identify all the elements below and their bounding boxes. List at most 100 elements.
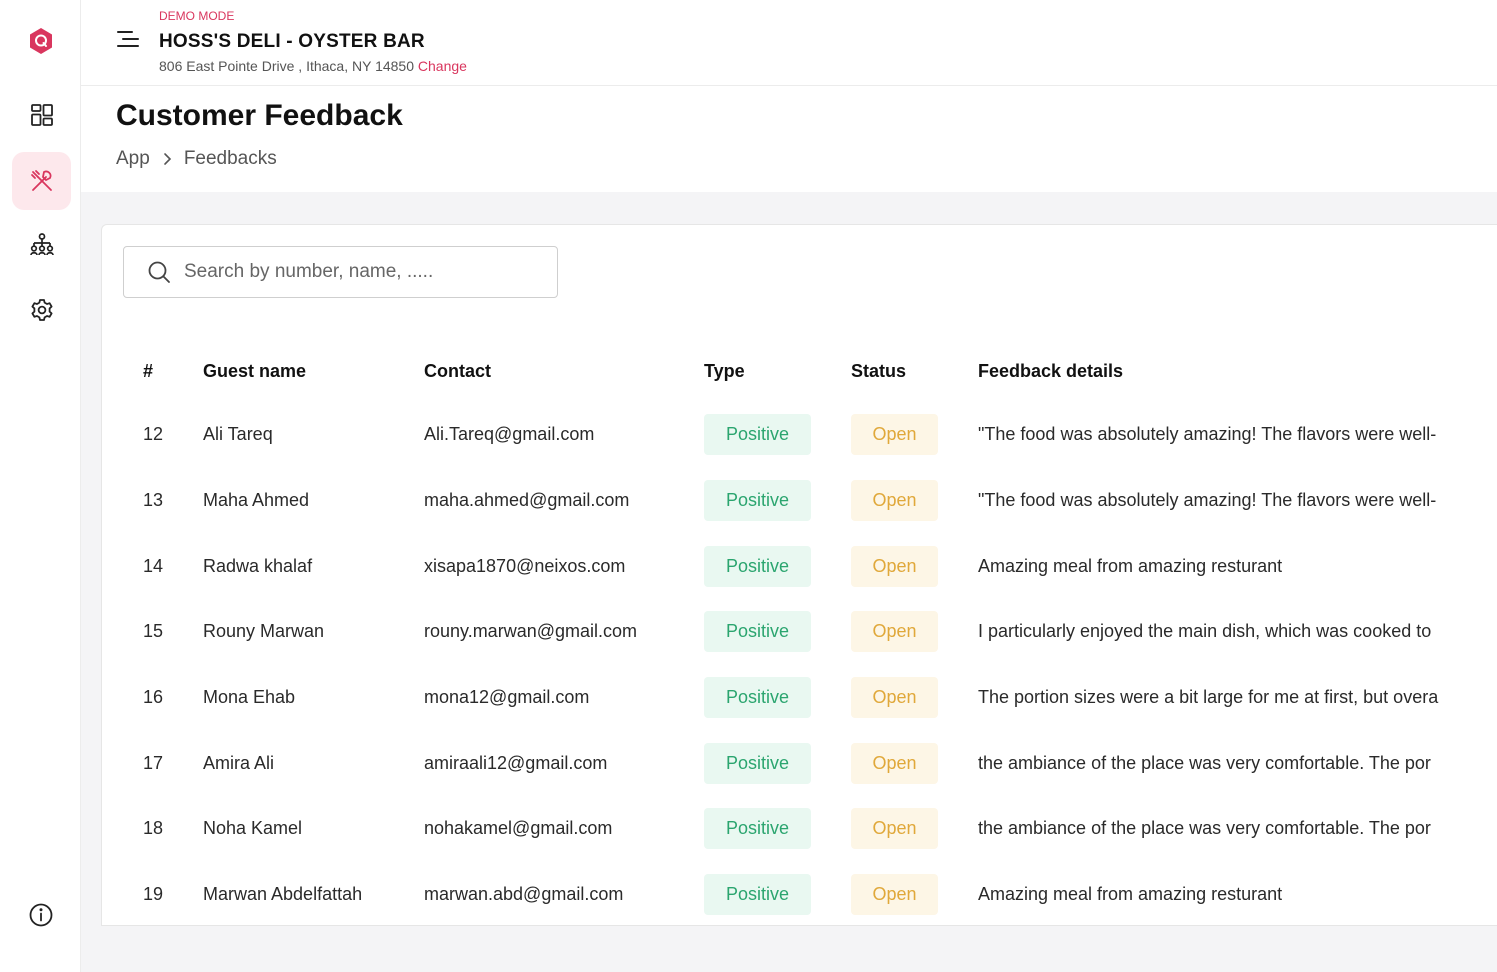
column-header-status[interactable]: Status	[851, 340, 978, 402]
table-row[interactable]: 14 Radwa khalaf xisapa1870@neixos.com Posit…	[123, 533, 1497, 599]
type-badge: Positive	[704, 414, 811, 456]
guest-name: Radwa khalaf	[203, 555, 313, 576]
search-box[interactable]	[123, 246, 558, 298]
hierarchy-icon	[29, 233, 54, 256]
feedback-details: the ambiance of the place was very comfo…	[978, 752, 1431, 773]
row-number: 12	[143, 424, 164, 445]
row-number: 19	[143, 884, 164, 905]
type-badge: Positive	[704, 742, 811, 784]
type-badge: Positive	[704, 480, 811, 522]
breadcrumb-app[interactable]: App	[116, 148, 150, 170]
change-location-link[interactable]: Change	[418, 58, 467, 74]
table-header-row: # Guest name Contact Type Status Feedbac…	[123, 340, 1497, 402]
sidebar-item-restaurant[interactable]	[12, 152, 71, 210]
type-badge: Positive	[704, 545, 811, 587]
type-cell: Positive	[704, 599, 851, 665]
feedback-details: "The food was absolutely amazing! The fl…	[978, 424, 1437, 445]
page-header: Customer Feedback App Feedbacks	[81, 87, 1497, 192]
guest-contact: amiraali12@gmail.com	[424, 752, 608, 773]
type-badge: Positive	[704, 808, 811, 850]
row-number: 15	[143, 621, 164, 642]
column-header-type[interactable]: Type	[704, 340, 851, 402]
guest-name: Ali Tareq	[203, 424, 273, 445]
guest-name: Marwan Abdelfattah	[203, 884, 363, 905]
search-icon	[148, 261, 170, 283]
table-row[interactable]: 15 Rouny Marwan rouny.marwan@gmail.com Posi…	[123, 599, 1497, 665]
status-cell: Open	[851, 665, 978, 731]
status-badge[interactable]: Open	[851, 545, 938, 587]
sidebar	[0, 0, 81, 972]
status-badge[interactable]: Open	[851, 808, 938, 850]
row-number: 18	[143, 818, 164, 839]
guest-contact: maha.ahmed@gmail.com	[424, 490, 630, 511]
table-row[interactable]: 18 Noha Kamel nohakamel@gmail.com Positive O…	[123, 796, 1497, 862]
table-row[interactable]: 17 Amira Ali amiraali12@gmail.com Positive O…	[123, 730, 1497, 796]
status-badge[interactable]: Open	[851, 611, 938, 653]
chevron-right-icon	[164, 153, 171, 165]
breadcrumb: App Feedbacks	[116, 148, 277, 170]
feedback-table: # Guest name Contact Type Status Feedbac…	[123, 340, 1497, 925]
info-button[interactable]	[27, 901, 55, 929]
table-row[interactable]: 12 Ali Tareq Ali.Tareq@gmail.com Positive Op…	[123, 402, 1497, 468]
status-badge[interactable]: Open	[851, 414, 938, 456]
status-cell: Open	[851, 730, 978, 796]
column-header-number[interactable]: #	[123, 340, 203, 402]
type-badge: Positive	[704, 611, 811, 653]
restaurant-address: 806 East Pointe Drive , Ithaca, NY 14850…	[159, 58, 467, 74]
guest-name: Maha Ahmed	[203, 490, 310, 511]
type-cell: Positive	[704, 665, 851, 731]
type-cell: Positive	[704, 862, 851, 925]
feedback-details: I particularly enjoyed the main dish, wh…	[978, 621, 1432, 642]
menu-icon	[117, 31, 139, 47]
column-header-guest-name[interactable]: Guest name	[203, 340, 424, 402]
guest-name: Rouny Marwan	[203, 621, 325, 642]
feedback-details: "The food was absolutely amazing! The fl…	[978, 490, 1437, 511]
table-row[interactable]: 13 Maha Ahmed maha.ahmed@gmail.com Positive…	[123, 468, 1497, 534]
top-bar: DEMO MODE HOSS'S DELI - OYSTER BAR 806 E…	[81, 0, 1497, 86]
sidebar-item-settings[interactable]	[12, 281, 71, 339]
status-cell: Open	[851, 468, 978, 534]
type-cell: Positive	[704, 468, 851, 534]
status-cell: Open	[851, 599, 978, 665]
type-cell: Positive	[704, 402, 851, 468]
row-number: 16	[143, 687, 164, 708]
type-badge: Positive	[704, 874, 811, 916]
status-badge[interactable]: Open	[851, 480, 938, 522]
status-cell: Open	[851, 862, 978, 925]
row-number: 14	[143, 555, 164, 576]
feedback-details: the ambiance of the place was very comfo…	[978, 818, 1431, 839]
guest-contact: xisapa1870@neixos.com	[424, 555, 626, 576]
status-cell: Open	[851, 533, 978, 599]
status-badge[interactable]: Open	[851, 677, 938, 719]
guest-name: Noha Kamel	[203, 818, 303, 839]
gear-icon	[31, 299, 52, 321]
column-header-contact[interactable]: Contact	[424, 340, 704, 402]
status-badge[interactable]: Open	[851, 742, 938, 784]
table-row[interactable]: 19 Marwan Abdelfattah marwan.abd@gmail.com…	[123, 862, 1497, 925]
type-cell: Positive	[704, 533, 851, 599]
sidebar-item-branches[interactable]	[12, 216, 71, 274]
breadcrumb-feedbacks: Feedbacks	[183, 148, 277, 169]
search-input[interactable]	[184, 261, 544, 283]
guest-contact: rouny.marwan@gmail.com	[424, 621, 638, 642]
guest-contact: Ali.Tareq@gmail.com	[424, 424, 595, 445]
sidebar-item-dashboard[interactable]	[12, 86, 71, 144]
column-header-feedback-details[interactable]: Feedback details	[978, 340, 1497, 402]
menu-toggle-button[interactable]	[115, 28, 141, 50]
utensils-icon	[30, 170, 52, 191]
guest-name: Mona Ehab	[203, 687, 296, 708]
restaurant-name: HOSS'S DELI - OYSTER BAR	[159, 31, 425, 52]
guest-name: Amira Ali	[203, 752, 275, 773]
status-cell: Open	[851, 796, 978, 862]
app-logo-icon[interactable]	[27, 27, 55, 55]
page-title: Customer Feedback	[116, 99, 403, 132]
table-row[interactable]: 16 Mona Ehab mona12@gmail.com Positive Open T…	[123, 665, 1497, 731]
status-badge[interactable]: Open	[851, 874, 938, 916]
row-number: 13	[143, 490, 164, 511]
feedback-details: The portion sizes were a bit large for m…	[978, 687, 1439, 708]
status-cell: Open	[851, 402, 978, 468]
guest-contact: mona12@gmail.com	[424, 687, 590, 708]
type-cell: Positive	[704, 796, 851, 862]
row-number: 17	[143, 752, 164, 773]
guest-contact: nohakamel@gmail.com	[424, 818, 613, 839]
